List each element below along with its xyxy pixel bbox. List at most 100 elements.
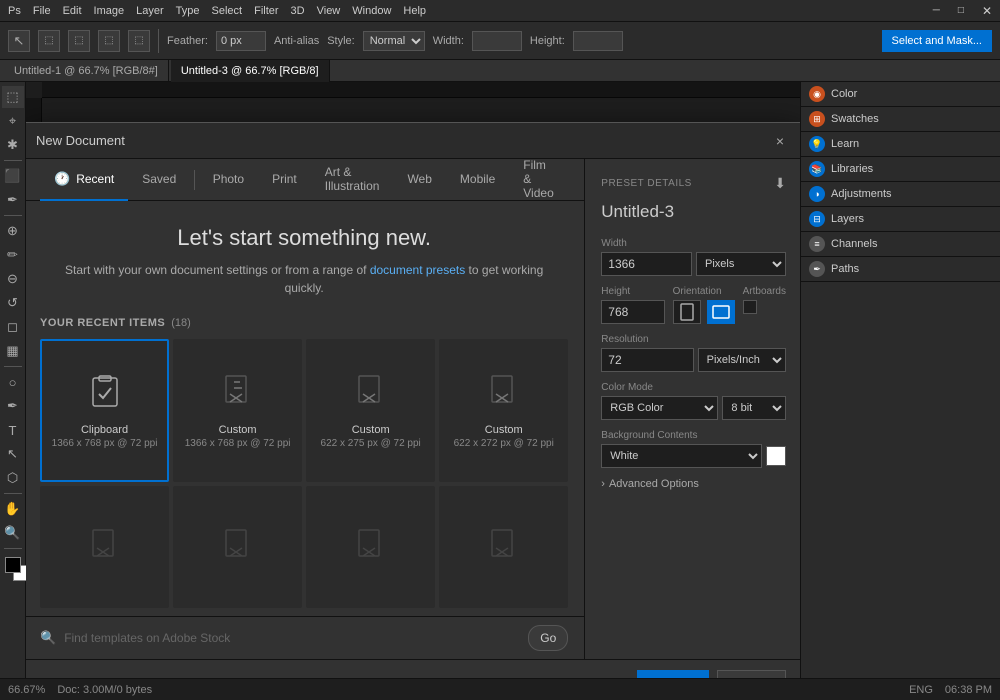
height-input[interactable]: [573, 31, 623, 51]
tab-photo[interactable]: Photo: [199, 159, 258, 201]
template-search-input[interactable]: [64, 631, 520, 645]
menu-type[interactable]: Type: [176, 5, 200, 17]
document-tab-2[interactable]: Untitled-3 @ 66.7% [RGB/8]: [171, 60, 330, 82]
preset-save-icon[interactable]: ⬇: [774, 175, 786, 192]
menu-window[interactable]: Window: [352, 5, 391, 17]
toolbar-move-tool[interactable]: ↖: [8, 30, 30, 52]
tool-marquee[interactable]: ⬚: [2, 86, 24, 108]
tool-history-brush[interactable]: ↺: [2, 292, 24, 314]
preset-name-display: Untitled-3: [601, 202, 786, 222]
recent-item-5[interactable]: [173, 486, 302, 609]
menu-layer[interactable]: Layer: [136, 5, 164, 17]
clipboard-icon: [87, 374, 123, 418]
tool-gradient[interactable]: ▦: [2, 340, 24, 362]
menu-file[interactable]: File: [33, 5, 51, 17]
toolbar-select-mode2[interactable]: ⬚: [68, 30, 90, 52]
menu-help[interactable]: Help: [403, 5, 426, 17]
menu-3d[interactable]: 3D: [291, 5, 305, 17]
template-search-bar: 🔍 Go: [26, 616, 584, 659]
style-select[interactable]: Normal: [363, 31, 425, 51]
artboards-checkbox[interactable]: [743, 300, 757, 314]
resolution-unit-select[interactable]: Pixels/Inch Pixels/Cm: [698, 348, 786, 372]
toolbar-select-mode3[interactable]: ⬚: [98, 30, 120, 52]
panel-adjustments[interactable]: ◑ Adjustments: [801, 182, 1000, 207]
recent-item-6[interactable]: [306, 486, 435, 609]
learn-panel-label: Learn: [831, 138, 859, 150]
tab-mobile[interactable]: Mobile: [446, 159, 509, 201]
menu-filter[interactable]: Filter: [254, 5, 278, 17]
foreground-color[interactable]: [5, 557, 21, 573]
recent-item-2[interactable]: Custom 622 x 275 px @ 72 ppi: [306, 339, 435, 482]
recent-item-4[interactable]: [40, 486, 169, 609]
adjustments-panel-icon: ◑: [809, 186, 825, 202]
bg-contents-select[interactable]: White Black Background Color Transparent: [601, 444, 762, 468]
width-unit-select[interactable]: Pixels Inches Centimeters: [696, 252, 786, 276]
menu-edit[interactable]: Edit: [63, 5, 82, 17]
tool-zoom[interactable]: 🔍: [2, 522, 24, 544]
bit-depth-select[interactable]: 8 bit 16 bit 32 bit: [722, 396, 786, 420]
color-swatches[interactable]: [5, 557, 21, 573]
panel-layers[interactable]: ⊟ Layers: [801, 207, 1000, 232]
tool-path-select[interactable]: ↖: [2, 443, 24, 465]
panel-libraries[interactable]: 📚 Libraries: [801, 157, 1000, 182]
resolution-value-input[interactable]: [601, 348, 693, 372]
recent-item-3[interactable]: Custom 622 x 272 px @ 72 ppi: [439, 339, 568, 482]
tool-eyedropper[interactable]: ✒: [2, 189, 24, 211]
recent-item-1[interactable]: Custom 1366 x 768 px @ 72 ppi: [173, 339, 302, 482]
menu-ps[interactable]: Ps: [8, 5, 21, 17]
panel-paths[interactable]: ✒ Paths: [801, 257, 1000, 282]
dialog-close-btn[interactable]: ×: [770, 131, 790, 151]
feather-input[interactable]: [216, 31, 266, 51]
create-button[interactable]: Create: [637, 670, 709, 678]
color-mode-row: RGB Color CMYK Grayscale 8 bit 16 bit 32…: [601, 396, 786, 420]
panel-swatches[interactable]: ⊞ Swatches: [801, 107, 1000, 132]
recent-count: (18): [171, 317, 191, 329]
tab-print[interactable]: Print: [258, 159, 311, 201]
tab-saved[interactable]: Saved: [128, 159, 190, 201]
panel-color[interactable]: ◉ Color: [801, 82, 1000, 107]
color-mode-select[interactable]: RGB Color CMYK Grayscale: [601, 396, 718, 420]
tab-film[interactable]: Film & Video: [509, 159, 568, 201]
menu-image[interactable]: Image: [94, 5, 125, 17]
tab-web[interactable]: Web: [393, 159, 445, 201]
advanced-options-toggle[interactable]: › Advanced Options: [601, 478, 786, 490]
window-maximize[interactable]: □: [958, 5, 964, 16]
tool-stamp[interactable]: ⊖: [2, 268, 24, 290]
tool-type[interactable]: T: [2, 419, 24, 441]
document-presets-link[interactable]: document presets: [370, 263, 465, 277]
custom-doc-icon-5: [222, 528, 254, 567]
window-minimize[interactable]: ─: [933, 5, 940, 16]
recent-item-clipboard[interactable]: Clipboard 1366 x 768 px @ 72 ppi: [40, 339, 169, 482]
menu-select[interactable]: Select: [212, 5, 243, 17]
height-value-input[interactable]: [601, 300, 664, 324]
width-value-input[interactable]: [601, 252, 692, 276]
toolbar-select-mode4[interactable]: ⬚: [128, 30, 150, 52]
close-button[interactable]: Close: [717, 670, 786, 678]
tool-crop[interactable]: ⬛: [2, 165, 24, 187]
bg-color-swatch[interactable]: [766, 446, 786, 466]
portrait-button[interactable]: [673, 300, 701, 324]
preset-details-panel: PRESET DETAILS ⬇ Untitled-3 Width Pixels: [585, 159, 800, 659]
tool-dodge[interactable]: ○: [2, 371, 24, 393]
recent-item-7[interactable]: [439, 486, 568, 609]
menu-view[interactable]: View: [317, 5, 341, 17]
window-close[interactable]: ✕: [982, 4, 992, 18]
tool-hand[interactable]: ✋: [2, 498, 24, 520]
document-tab-1[interactable]: Untitled-1 @ 66.7% [RGB/8#]: [4, 60, 169, 82]
panel-channels[interactable]: ≡ Channels: [801, 232, 1000, 257]
toolbar-select-mode[interactable]: ⬚: [38, 30, 60, 52]
select-and-mask-button[interactable]: Select and Mask...: [882, 30, 993, 52]
tool-magic-wand[interactable]: ✱: [2, 134, 24, 156]
tool-eraser[interactable]: ◻: [2, 316, 24, 338]
panel-learn[interactable]: 💡 Learn: [801, 132, 1000, 157]
tab-art[interactable]: Art & Illustration: [311, 159, 394, 201]
tool-brush[interactable]: ✏: [2, 244, 24, 266]
tool-heal[interactable]: ⊕: [2, 220, 24, 242]
tool-shape[interactable]: ⬡: [2, 467, 24, 489]
tab-recent[interactable]: 🕐 Recent: [40, 159, 128, 201]
tool-lasso[interactable]: ⌖: [2, 110, 24, 132]
go-button[interactable]: Go: [528, 625, 568, 651]
width-input[interactable]: [472, 31, 522, 51]
landscape-button[interactable]: [707, 300, 735, 324]
tool-pen[interactable]: ✒: [2, 395, 24, 417]
